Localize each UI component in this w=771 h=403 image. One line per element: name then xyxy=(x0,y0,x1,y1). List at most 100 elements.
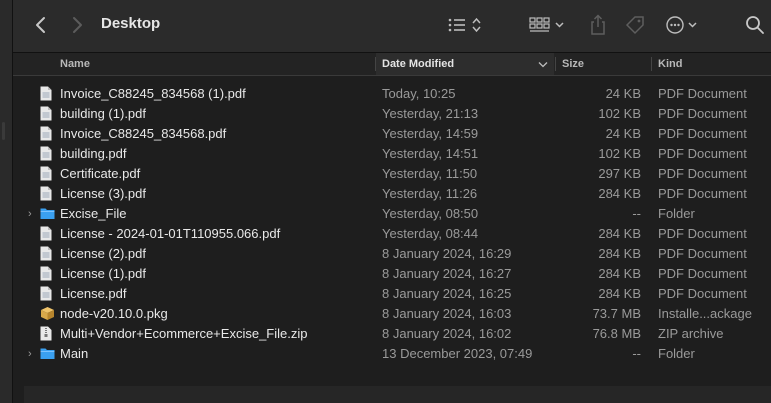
file-row[interactable]: License (1).pdf 8 January 2024, 16:27 284 … xyxy=(13,264,771,284)
pdf-document-icon xyxy=(40,186,54,202)
column-divider[interactable] xyxy=(651,57,652,71)
toolbar: Desktop xyxy=(13,0,771,53)
file-name: Multi+Vendor+Ecommerce+Excise_File.zip xyxy=(60,326,308,341)
file-kind: PDF Document xyxy=(658,286,747,301)
list-view-icon xyxy=(448,17,481,33)
file-row[interactable]: building (1).pdf Yesterday, 21:13 102 KB PD… xyxy=(13,104,771,124)
file-size: 284 KB xyxy=(598,246,641,261)
file-size: -- xyxy=(632,206,641,221)
chevron-right-icon xyxy=(73,17,82,33)
pdf-document-icon xyxy=(40,86,54,102)
file-date-modified: 13 December 2023, 07:49 xyxy=(382,346,533,361)
file-row[interactable]: License - 2024-01-01T110955.066.pdf Yeste… xyxy=(13,224,771,244)
file-name: License (1).pdf xyxy=(60,266,146,281)
sort-chevron-down-icon xyxy=(538,62,548,68)
file-date-modified: Yesterday, 08:44 xyxy=(382,226,479,241)
window-title: Desktop xyxy=(101,15,161,32)
file-date-modified: 8 January 2024, 16:27 xyxy=(382,266,512,281)
file-kind: Folder xyxy=(658,346,695,361)
file-row[interactable]: Multi+Vendor+Ecommerce+Excise_File.zip 8 … xyxy=(13,324,771,344)
column-header-size[interactable]: Size xyxy=(562,53,584,75)
file-date-modified: Yesterday, 08:50 xyxy=(382,206,479,221)
pdf-document-icon xyxy=(40,266,54,282)
file-size: 102 KB xyxy=(598,106,641,121)
file-kind: PDF Document xyxy=(658,226,747,241)
file-name: node-v20.10.0.pkg xyxy=(60,306,168,321)
file-date-modified: 8 January 2024, 16:29 xyxy=(382,246,512,261)
view-mode-button[interactable] xyxy=(447,12,487,38)
column-header-date-label: Date Modified xyxy=(382,58,455,70)
file-row[interactable]: Certificate.pdf Yesterday, 11:50 297 KB PDF… xyxy=(13,164,771,184)
share-icon xyxy=(591,14,605,35)
column-divider[interactable] xyxy=(555,57,556,71)
search-icon xyxy=(746,16,764,34)
file-kind: PDF Document xyxy=(658,266,747,281)
file-date-modified: 8 January 2024, 16:25 xyxy=(382,286,512,301)
file-size: 102 KB xyxy=(598,146,641,161)
column-header-kind[interactable]: Kind xyxy=(658,53,682,75)
file-kind: PDF Document xyxy=(658,246,747,261)
pdf-document-icon xyxy=(40,246,54,262)
file-row[interactable]: License (2).pdf 8 January 2024, 16:29 284 … xyxy=(13,244,771,264)
file-row[interactable]: Invoice_C88245_834568.pdf Yesterday, 14:5… xyxy=(13,124,771,144)
file-name: Excise_File xyxy=(60,206,127,221)
file-kind: PDF Document xyxy=(658,186,747,201)
share-button[interactable] xyxy=(587,12,609,38)
group-by-button[interactable] xyxy=(529,12,567,38)
file-kind: PDF Document xyxy=(658,86,747,101)
file-date-modified: Yesterday, 14:59 xyxy=(382,126,479,141)
pdf-document-icon xyxy=(40,106,54,122)
status-bar xyxy=(24,386,771,403)
file-date-modified: 8 January 2024, 16:03 xyxy=(382,306,512,321)
sidebar-resize-handle[interactable] xyxy=(2,122,5,140)
file-list: Invoice_C88245_834568 (1).pdf Today, 10:2… xyxy=(13,84,771,364)
disclosure-chevron-icon[interactable]: › xyxy=(28,344,38,364)
file-row[interactable]: License.pdf 8 January 2024, 16:25 284 KB PD… xyxy=(13,284,771,304)
file-size: 284 KB xyxy=(598,286,641,301)
search-button[interactable] xyxy=(743,12,767,38)
column-header-date-modified[interactable]: Date Modified xyxy=(376,53,554,75)
file-size: 24 KB xyxy=(605,126,641,141)
file-kind: Folder xyxy=(658,206,695,221)
column-header-bar: Name Date Modified Size Kind xyxy=(13,53,771,76)
file-name: License - 2024-01-01T110955.066.pdf xyxy=(60,226,281,241)
more-actions-button[interactable] xyxy=(665,12,703,38)
file-name: building (1).pdf xyxy=(60,106,146,121)
file-name: Main xyxy=(60,346,89,361)
chevron-left-icon xyxy=(36,17,45,33)
disclosure-chevron-icon[interactable]: › xyxy=(28,204,38,224)
file-row[interactable]: node-v20.10.0.pkg 8 January 2024, 16:03 73… xyxy=(13,304,771,324)
file-date-modified: Yesterday, 11:26 xyxy=(382,186,478,201)
file-size: 24 KB xyxy=(605,86,641,101)
file-kind: PDF Document xyxy=(658,106,747,121)
file-name: Certificate.pdf xyxy=(60,166,141,181)
file-kind: PDF Document xyxy=(658,126,747,141)
tag-button[interactable] xyxy=(623,12,647,38)
file-row[interactable]: building.pdf Yesterday, 14:51 102 KB PDF Do… xyxy=(13,144,771,164)
file-date-modified: 8 January 2024, 16:02 xyxy=(382,326,512,341)
file-date-modified: Yesterday, 14:51 xyxy=(382,146,479,161)
file-row[interactable]: License (3).pdf Yesterday, 11:26 284 KB PDF… xyxy=(13,184,771,204)
file-name: Invoice_C88245_834568.pdf xyxy=(60,126,227,141)
file-row[interactable]: › Main 13 December 2023, 07:49 -- Folder xyxy=(13,344,771,364)
pdf-document-icon xyxy=(40,166,54,182)
file-size: 76.8 MB xyxy=(592,326,641,341)
back-button[interactable] xyxy=(29,12,53,38)
file-row[interactable]: Invoice_C88245_834568 (1).pdf Today, 10:2… xyxy=(13,84,771,104)
zip-archive-icon xyxy=(40,326,54,342)
file-kind: PDF Document xyxy=(658,166,747,181)
package-icon xyxy=(40,306,54,322)
file-kind: Installe...ackage xyxy=(658,306,752,321)
file-name: Invoice_C88245_834568 (1).pdf xyxy=(60,86,246,101)
file-row[interactable]: › Excise_File Yesterday, 08:50 -- Folder xyxy=(13,204,771,224)
file-kind: ZIP archive xyxy=(658,326,724,341)
forward-button[interactable] xyxy=(65,12,89,38)
file-name: building.pdf xyxy=(60,146,127,161)
pdf-document-icon xyxy=(40,286,54,302)
file-size: 284 KB xyxy=(598,226,641,241)
pdf-document-icon xyxy=(40,146,54,162)
column-header-name[interactable]: Name xyxy=(60,53,90,75)
file-size: 284 KB xyxy=(598,266,641,281)
grid-group-icon xyxy=(529,17,564,32)
sidebar-edge xyxy=(0,0,13,403)
